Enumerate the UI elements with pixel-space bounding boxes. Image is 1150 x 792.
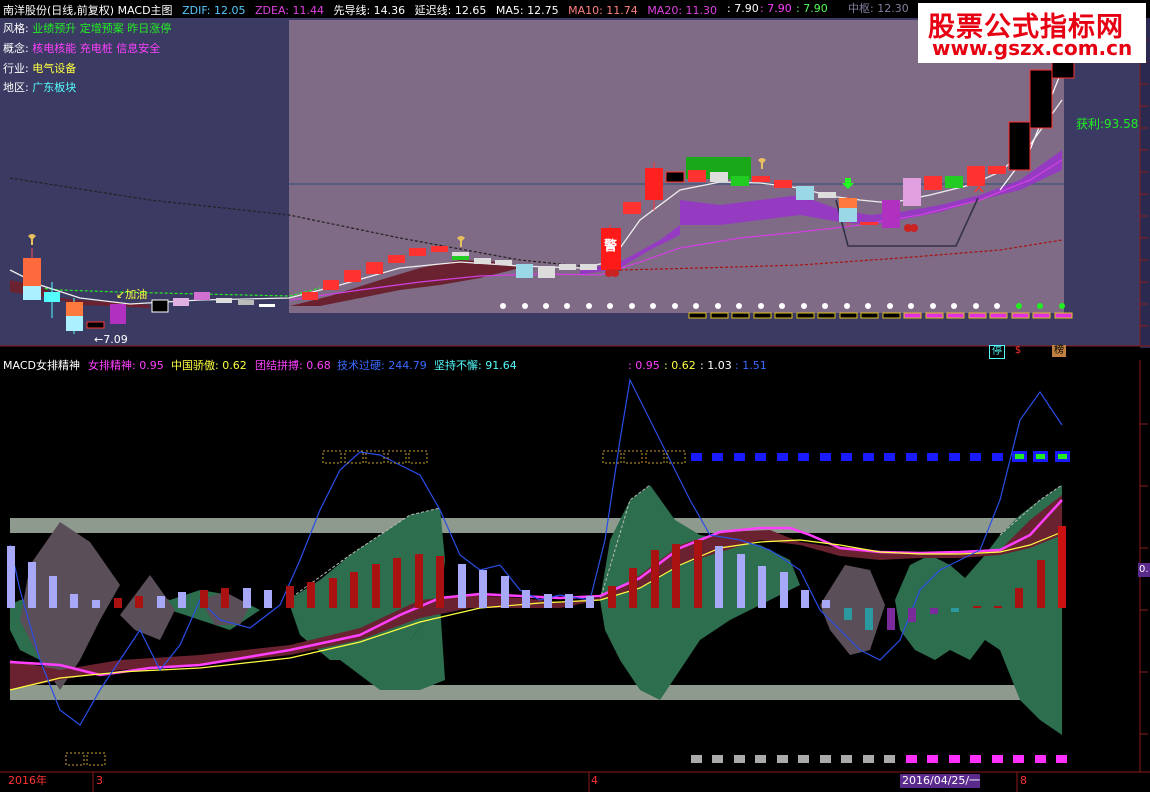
indicator-v4: 技术过硬: 244.79 — [337, 359, 427, 372]
zhongshu-value: 中枢: 12.30 — [848, 2, 909, 15]
date-month-4: 4 — [591, 774, 598, 787]
aux-value-2: : 7.90 — [760, 2, 792, 15]
stock-chart-window: 南洋股份(日线,前复权) MACD主图 ZDIF: 12.05 ZDEA: 11… — [0, 0, 1150, 792]
tag-bang: 榜 — [1052, 345, 1066, 357]
info-style: 风格: 业绩预升 定增预案 昨日涨停 — [3, 20, 171, 36]
info-industry: 行业: 电气设备 — [3, 60, 76, 76]
indicator-v5: 坚持不懈: 91.64 — [434, 359, 517, 372]
indicator-r4: : 1.51 — [735, 359, 767, 372]
region-value: 广东板块 — [32, 81, 77, 94]
chart-title: 南洋股份(日线,前复权) MACD主图 — [3, 4, 173, 17]
watermark-logo: 股票公式指标网 www.gszx.com.cn — [918, 3, 1146, 63]
industry-value: 电气设备 — [32, 62, 77, 75]
zdif-value: ZDIF: 12.05 — [182, 4, 246, 17]
jiayou-label: ↙加油 — [116, 288, 148, 301]
ycx-value: 延迟线: 12.65 — [414, 4, 487, 17]
aux-value-1: : 7.90 — [727, 2, 759, 15]
info-concept: 概念: 核电核能 充电桩 信息安全 — [3, 40, 160, 56]
price-header: 南洋股份(日线,前复权) MACD主图 ZDIF: 12.05 ZDEA: 11… — [3, 2, 723, 17]
xdx-value: 先导线: 14.36 — [333, 4, 406, 17]
date-month-3: 3 — [96, 774, 103, 787]
info-region: 地区: 广东板块 — [3, 79, 76, 95]
indicator-r3: : 1.03 — [700, 359, 732, 372]
tag-ting: 停 — [989, 345, 1005, 359]
indicator-v1: 女排精神: 0.95 — [88, 359, 164, 372]
indicator-v3: 团结拼搏: 0.68 — [255, 359, 331, 372]
concept-label: 概念: — [3, 42, 29, 55]
indicator-panel[interactable] — [0, 360, 1150, 792]
style-label: 风格: — [3, 22, 29, 35]
date-cursor: 2016/04/25/一 — [902, 774, 981, 787]
region-label: 地区: — [3, 81, 29, 94]
low-price-label: ←7.09 — [94, 333, 128, 346]
tag-dollar: $ — [1014, 345, 1022, 356]
axis-edge-label: 0. — [1139, 564, 1149, 575]
aux-value-3: : 7.90 — [796, 2, 828, 15]
ma5-value: MA5: 12.75 — [495, 4, 559, 17]
indicator-title: MACD女排精神 — [3, 359, 80, 372]
style-value: 业绩预升 定增预案 昨日涨停 — [32, 22, 172, 35]
ma20-value: MA20: 11.30 — [647, 4, 718, 17]
profit-label: 获利:93.58 — [1076, 117, 1139, 131]
indicator-r2: : 0.62 — [664, 359, 696, 372]
indicator-r1: : 0.95 — [628, 359, 660, 372]
warning-label: 警 — [604, 239, 618, 254]
indicator-v2: 中国骄傲: 0.62 — [171, 359, 247, 372]
date-8: 8 — [1020, 774, 1027, 787]
zdea-value: ZDEA: 11.44 — [254, 4, 324, 17]
concept-value: 核电核能 充电桩 信息安全 — [32, 42, 161, 55]
industry-label: 行业: — [3, 62, 29, 75]
watermark-line2: www.gszx.com.cn — [932, 36, 1133, 60]
ma10-value: MA10: 11.74 — [568, 4, 638, 17]
date-year: 2016年 — [8, 774, 47, 787]
